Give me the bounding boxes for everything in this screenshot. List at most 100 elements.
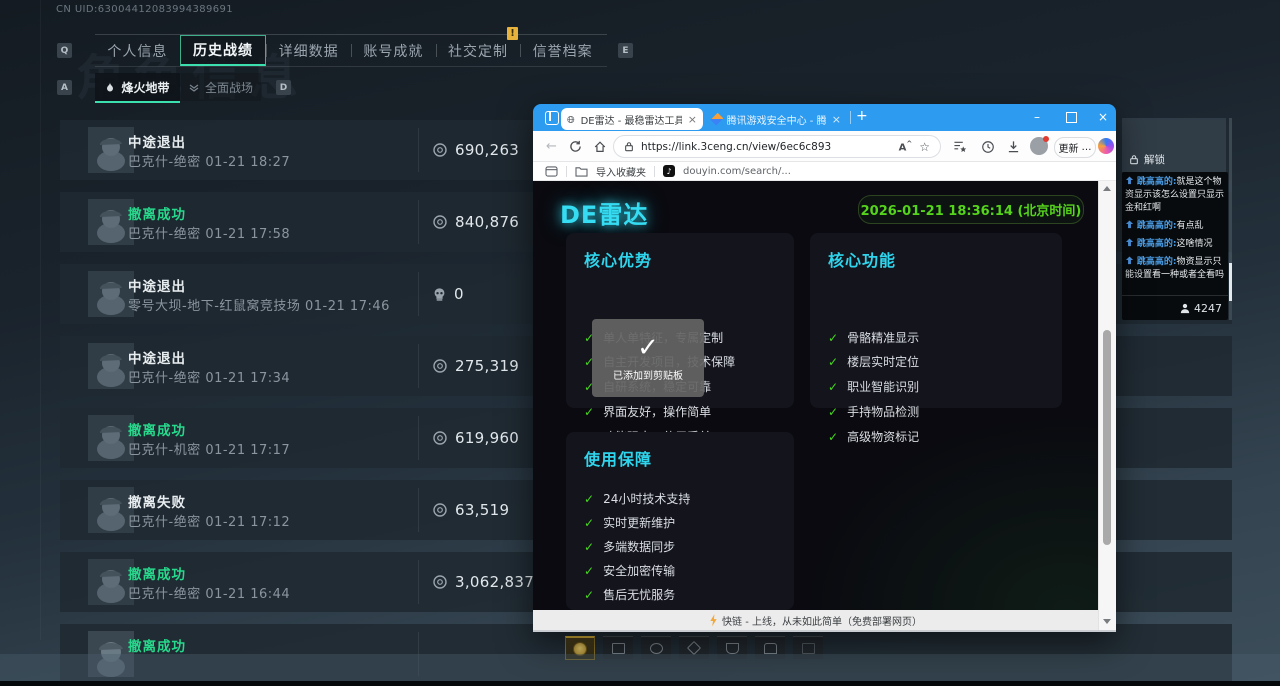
tab-reputation[interactable]: 信誉档案 (520, 35, 605, 66)
lightning-icon (709, 614, 718, 627)
toast-message: 已添加到剪贴板 (613, 367, 683, 382)
screen: CN UID:63004412083994389691 角色信息 Q E 个人信… (0, 0, 1280, 686)
maximize-button[interactable] (1056, 104, 1086, 130)
match-info: 巴克什-绝密 01-21 17:58 (128, 223, 290, 242)
keyhint-a: A (57, 80, 72, 95)
tab-title: 腾讯游戏安全中心 - 腾讯游戏 (727, 112, 826, 127)
tab-personal-info[interactable]: 个人信息 (95, 35, 180, 66)
subtab-full-battle[interactable]: 全面战场 (181, 73, 261, 101)
favorite-star-icon[interactable]: ☆ (919, 140, 930, 154)
url-text[interactable]: https://link.3ceng.cn/view/6ec6c893 (641, 141, 892, 153)
hosting-banner[interactable]: 快链 - 上线，从未如此简单（免费部署网页） (533, 610, 1098, 630)
check-icon: ✓ (584, 564, 594, 578)
close-button[interactable]: × (1090, 104, 1116, 130)
unlock-label: 解锁 (1144, 152, 1165, 167)
rank-up-icon (1125, 238, 1134, 247)
scroll-down-icon[interactable] (1103, 619, 1111, 624)
url-bar[interactable]: https://link.3ceng.cn/view/6ec6c893 A^ ☆ (613, 135, 941, 158)
browser-tab-active[interactable]: DE雷达 - 最稳雷达工具 实力开发 × (561, 108, 703, 130)
tabbar-bottomline (95, 66, 607, 67)
match-status: 撤离成功 (128, 203, 186, 223)
window-bottom-edge (533, 630, 1116, 632)
tab-detail-data[interactable]: 详细数据 (266, 35, 351, 66)
keyhint-e: E (618, 43, 633, 58)
unlock-panel[interactable]: 解锁 (1122, 118, 1226, 172)
check-icon: ✓ (584, 516, 594, 530)
match-status: 中途退出 (128, 131, 186, 151)
decor-line (40, 0, 41, 640)
import-favorites-link[interactable]: 导入收藏夹 (596, 164, 646, 179)
update-button[interactable]: 更新… (1054, 137, 1096, 158)
globe-icon (567, 114, 575, 125)
match-info: 巴克什-绝密 01-21 17:12 (128, 511, 290, 530)
refresh-icon[interactable] (567, 138, 584, 155)
bottom-black-bar (0, 681, 1280, 686)
tab-achievements[interactable]: 账号成就 (351, 35, 436, 66)
page-scrollbar-thumb[interactable] (1103, 330, 1111, 545)
check-icon: ✓ (828, 405, 838, 419)
check-icon: ✓ (828, 380, 838, 394)
tab-close-icon[interactable]: × (832, 113, 841, 126)
back-icon[interactable]: ← (543, 138, 560, 155)
slot-icon (612, 643, 625, 654)
rank-up-icon (1125, 220, 1134, 229)
toast-check-icon: ✓ (637, 335, 659, 361)
https-lock-icon (624, 141, 634, 152)
card-title: 核心功能 (828, 247, 896, 271)
coin-value: 690,263 (455, 141, 519, 159)
coin-value: 3,062,837 (455, 573, 534, 591)
match-status: 中途退出 (128, 275, 186, 295)
match-status: 撤离成功 (128, 563, 186, 583)
slot-icon (764, 643, 777, 654)
check-icon: ✓ (584, 405, 594, 419)
coin-icon (432, 142, 448, 158)
coin-icon (432, 502, 448, 518)
check-icon: ✓ (584, 588, 594, 602)
check-icon: ✓ (584, 492, 594, 506)
match-status: 撤离成功 (128, 419, 186, 439)
tencent-security-favicon (711, 113, 723, 125)
keyhint-d: D (276, 80, 291, 95)
bottom-strip (0, 654, 1280, 681)
scroll-up-icon[interactable] (1103, 186, 1111, 191)
downloads-icon[interactable] (1005, 138, 1022, 155)
slot-icon (650, 643, 663, 654)
card-title: 使用保障 (584, 446, 652, 470)
kill-count: 0 (454, 285, 464, 303)
bookmarks-bar: 导入收藏夹 ♪ douyin.com/search/... (533, 162, 1116, 181)
rank-up-icon (1125, 176, 1134, 185)
coin-icon (432, 214, 448, 230)
maximize-icon (1066, 112, 1077, 123)
online-counter: 4247 (1122, 295, 1228, 320)
tab-history-record[interactable]: 历史战绩 (180, 35, 267, 66)
browser-tab-inactive[interactable]: 腾讯游戏安全中心 - 腾讯游戏 × (707, 108, 847, 130)
douyin-bookmark-link[interactable]: douyin.com/search/... (683, 166, 791, 177)
match-status: 中途退出 (128, 347, 186, 367)
slot-icon (802, 643, 815, 654)
chat-message: 跳高高的:这啥情况 (1125, 238, 1225, 251)
tab-close-icon[interactable]: × (688, 113, 697, 126)
minimize-button[interactable]: – (1022, 104, 1052, 130)
home-icon[interactable] (591, 138, 608, 155)
profile-avatar[interactable] (1030, 137, 1048, 155)
check-icon: ✓ (828, 355, 838, 369)
check-icon: ✓ (828, 331, 838, 345)
browser-titlebar[interactable]: DE雷达 - 最稳雷达工具 实力开发 × 腾讯游戏安全中心 - 腾讯游戏 × +… (533, 104, 1116, 131)
favorites-bar-icon[interactable] (951, 138, 968, 155)
new-tab-button[interactable]: + (856, 108, 868, 124)
match-info: 巴克什-绝密 01-21 16:44 (128, 583, 290, 602)
skull-icon (432, 287, 447, 302)
rank-up-icon (1125, 256, 1134, 265)
tab-preview-icon[interactable] (545, 166, 558, 177)
import-folder-icon (575, 166, 588, 177)
tab-workspaces-icon[interactable] (545, 111, 559, 125)
match-status: 撤离失败 (128, 491, 186, 511)
lock-icon (1129, 154, 1139, 165)
subtab-fire-zone[interactable]: 烽火地带 (95, 73, 180, 103)
copilot-icon[interactable] (1098, 138, 1114, 154)
chat-scrollbar-thumb[interactable] (1229, 263, 1232, 301)
match-info: 巴克什-机密 01-21 17:17 (128, 439, 290, 458)
chat-message: 跳高高的:有点乱 (1125, 220, 1225, 233)
read-aloud-icon[interactable]: A^ (899, 140, 913, 153)
history-icon[interactable] (979, 138, 996, 155)
